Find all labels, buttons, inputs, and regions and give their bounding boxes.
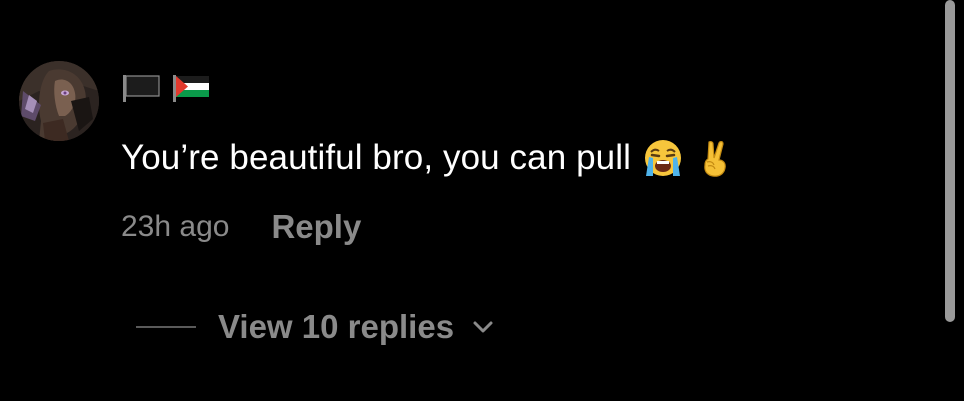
avatar-image-icon xyxy=(19,61,99,141)
replies-divider xyxy=(136,326,196,328)
palestine-flag-icon xyxy=(173,75,209,102)
view-replies-button[interactable]: View 10 replies xyxy=(136,308,496,346)
timestamp: 23h ago xyxy=(121,210,230,243)
loudly-crying-face-icon xyxy=(644,140,681,176)
comment-body: You’re beautiful bro, you can pull xyxy=(121,136,735,180)
comment-item: You’re beautiful bro, you can pull 23h a… xyxy=(0,0,940,401)
victory-hand-icon xyxy=(704,141,726,177)
scrollbar[interactable] xyxy=(945,0,955,322)
comment-text: You’re beautiful bro, you can pull xyxy=(121,138,631,177)
reply-button[interactable]: Reply xyxy=(271,208,361,246)
chevron-down-icon xyxy=(473,321,493,333)
avatar[interactable] xyxy=(19,61,99,141)
username-flags[interactable] xyxy=(122,73,210,103)
view-replies-label: View 10 replies xyxy=(218,308,455,345)
comment-meta: 23h ago Reply xyxy=(121,208,361,246)
black-flag-icon xyxy=(123,75,160,102)
